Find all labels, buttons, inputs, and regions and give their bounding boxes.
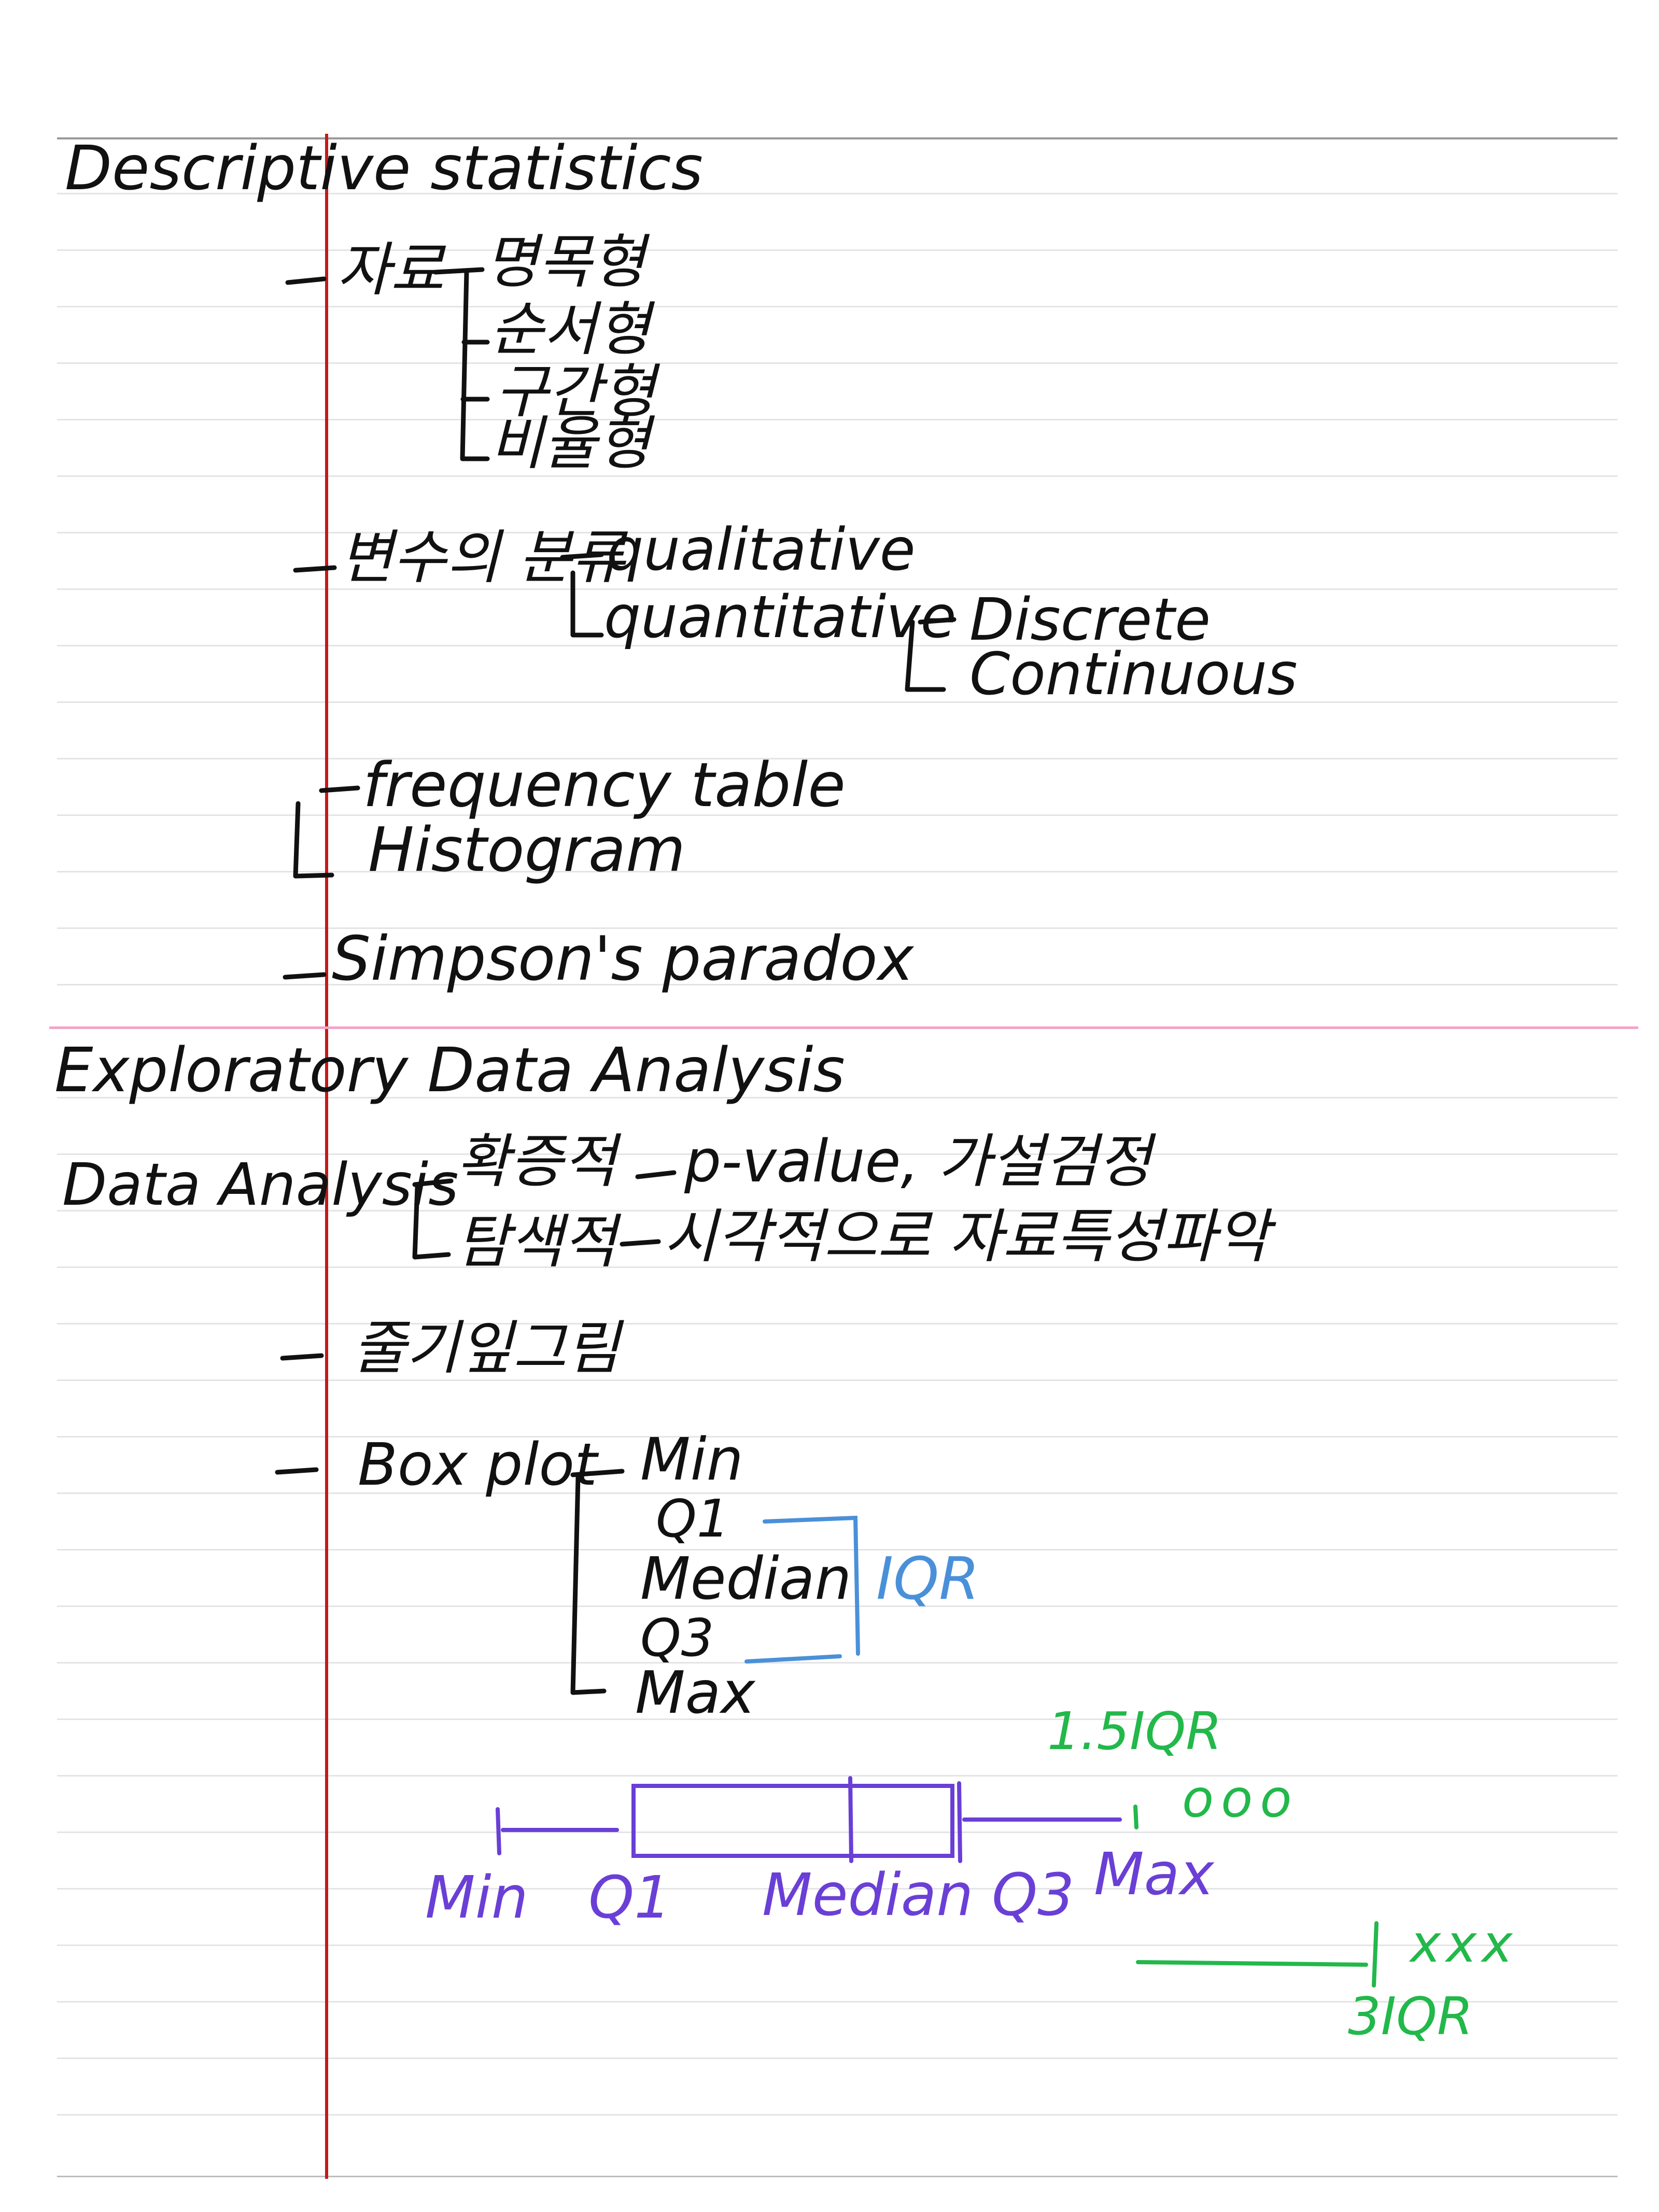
box-stat-q1: Q1 — [656, 1488, 730, 1549]
exploratory-desc: 시각적으로 자료특성파악 — [664, 1203, 1270, 1271]
dash-stroke — [280, 1353, 324, 1361]
box-stat-min: Min — [640, 1426, 743, 1494]
qualitative-label: qualitative — [607, 516, 916, 584]
data-type-item: 명목형 — [485, 229, 645, 296]
confirmatory-desc: p-value, 가설검정 — [684, 1128, 1151, 1195]
eda-title: Exploratory Data Analysis — [54, 1034, 845, 1106]
extreme-fence — [1136, 1921, 1379, 1988]
ruled-line — [57, 419, 1618, 420]
dash-stroke — [283, 972, 327, 980]
confirmatory-label: 확증적 — [456, 1128, 617, 1195]
variables-label: 변수의 분류 — [340, 524, 625, 591]
box-rect — [631, 1784, 954, 1858]
diagram-max-label: Max — [1094, 1841, 1214, 1908]
ruled-line — [57, 1379, 1618, 1381]
stem-leaf-label: 줄기잎그림 — [353, 1315, 620, 1382]
ruled-line — [57, 475, 1618, 477]
ruled-line — [57, 1492, 1618, 1494]
diagram-q1-label: Q1 — [588, 1864, 671, 1932]
diagram-median-q3-label: Median Q3 — [762, 1862, 1075, 1929]
ruled-line — [57, 1718, 1618, 1720]
exploratory-label: 탐색적 — [456, 1208, 617, 1276]
dash-stroke — [275, 1467, 319, 1475]
bracket-stroke — [570, 1469, 625, 1695]
fence-tick — [1133, 1805, 1138, 1829]
simpsons-paradox-label: Simpson's paradox — [332, 923, 914, 994]
median-line — [848, 1776, 853, 1863]
histogram-label: Histogram — [368, 814, 686, 885]
iqr15-label: 1.5IQR — [1047, 1701, 1222, 1762]
extreme-outliers: xxx — [1410, 1913, 1518, 1974]
data-analysis-label: Data Analysis — [62, 1151, 459, 1219]
data-type-item: 비율형 — [490, 410, 651, 477]
ruled-line — [57, 249, 1618, 251]
ruled-line — [57, 306, 1618, 307]
frequency-table-label: frequency table — [363, 749, 846, 821]
box-stat-q3: Q3 — [640, 1608, 714, 1668]
box-plot-label: Box plot — [358, 1431, 597, 1499]
data-type-item: 순서형 — [490, 296, 651, 363]
ruled-line — [57, 1775, 1618, 1777]
box-stat-max: Max — [635, 1659, 755, 1727]
descriptive-title: Descriptive statistics — [65, 132, 703, 204]
box-stat-median: Median — [640, 1545, 852, 1613]
iqr-label: IQR — [876, 1545, 980, 1613]
ruled-line — [57, 1323, 1618, 1325]
ruled-line — [57, 701, 1618, 703]
ruled-line — [57, 2114, 1618, 2116]
mild-outliers: ooo — [1182, 1768, 1299, 1829]
dash-stroke — [620, 1239, 661, 1247]
iqr3-label: 3IQR — [1348, 1986, 1473, 2047]
dash-stroke — [285, 276, 327, 285]
ruled-line — [57, 1662, 1618, 1664]
ruled-line — [57, 1436, 1618, 1438]
dash-stroke — [293, 565, 337, 573]
ruled-line — [57, 362, 1618, 364]
ruled-line — [57, 871, 1618, 872]
continuous-label: Continuous — [969, 641, 1298, 708]
quantitative-label: quantitative — [604, 584, 957, 651]
notebook-page: Descriptive statistics 자료 명목형 순서형 구간형 비율… — [0, 0, 1659, 2212]
diagram-min-label: Min — [425, 1864, 528, 1932]
dash-stroke — [635, 1170, 677, 1179]
data-types-label: 자료 — [337, 236, 444, 304]
ruled-line — [57, 1945, 1618, 1946]
section-divider — [49, 1026, 1638, 1029]
ruled-line — [57, 2058, 1618, 2059]
ruled-line — [57, 1831, 1618, 1833]
bottom-rule — [57, 2176, 1618, 2177]
bracket-stroke — [460, 270, 490, 461]
